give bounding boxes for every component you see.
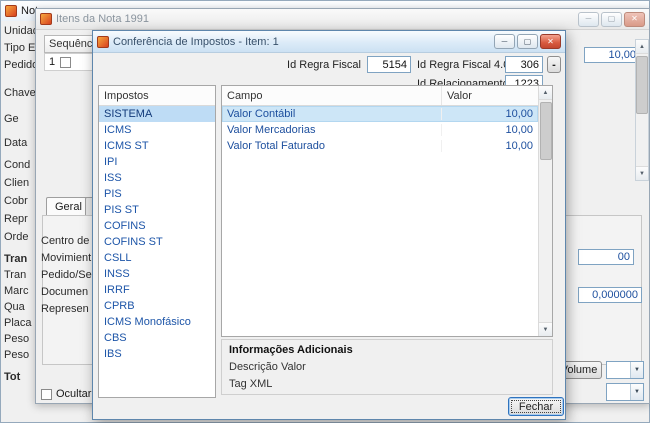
- row-checkbox[interactable]: [60, 56, 72, 68]
- valor-cell: 10,00: [505, 124, 533, 136]
- impostos-item[interactable]: IPI: [99, 154, 215, 170]
- nota-label: Placa: [4, 317, 32, 329]
- grid-scrollbar[interactable]: ▲ ▼: [538, 86, 552, 336]
- valor-cell: 10,00: [505, 108, 533, 120]
- nota-label: Tran: [4, 253, 28, 265]
- campo-cell: Valor Total Faturado: [222, 140, 442, 152]
- grid-body: Valor Contábil 10,00 Valor Mercadorias 1…: [222, 106, 538, 336]
- campo-valor-grid: Campo Valor Valor Contábil 10,00 Valor M…: [221, 85, 553, 337]
- dropdown-icon[interactable]: ▼: [630, 362, 643, 378]
- nota-label: Tot: [4, 371, 21, 383]
- table-row[interactable]: Valor Total Faturado 10,00: [222, 138, 538, 154]
- app-icon: [97, 35, 109, 48]
- screen: Nota ─ ▢ ✕ Unidad Tipo Em Pedido Chave G…: [0, 0, 650, 423]
- fechar-button[interactable]: Fechar: [508, 397, 564, 416]
- valor-cell: 10,00: [505, 140, 533, 152]
- nota-label: Clien: [4, 177, 30, 189]
- nota-label: Repr: [4, 213, 28, 225]
- nota-label: Chave: [4, 87, 36, 99]
- nota-label: Data: [4, 137, 28, 149]
- id-regra-fiscal-label: Id Regra Fiscal: [287, 59, 361, 71]
- impostos-item[interactable]: COFINS: [99, 218, 215, 234]
- itens-scrollbar[interactable]: ▲ ▼: [635, 39, 649, 181]
- nota-label: Qua: [4, 301, 25, 313]
- valor-column-header[interactable]: Valor: [442, 86, 538, 105]
- scroll-thumb[interactable]: [636, 56, 648, 114]
- minus-button[interactable]: -: [547, 56, 561, 73]
- id-regra-fiscal-field[interactable]: 5154: [367, 56, 411, 73]
- nota-label: Ge: [4, 113, 19, 125]
- impostos-item[interactable]: ICMS: [99, 122, 215, 138]
- id-regra-fiscal-40-label: Id Regra Fiscal 4.0: [417, 59, 510, 71]
- table-row[interactable]: Valor Mercadorias 10,00: [222, 122, 538, 138]
- detail-label: Pedido/Se: [41, 269, 92, 281]
- conferencia-dialog: Conferência de Impostos - Item: 1 ─ ▢ ✕ …: [92, 30, 566, 420]
- impostos-item[interactable]: CBS: [99, 330, 215, 346]
- maximize-icon[interactable]: ▢: [517, 34, 538, 49]
- impostos-item[interactable]: ICMS ST: [99, 138, 215, 154]
- app-icon: [40, 13, 52, 25]
- dialog-titlebar[interactable]: Conferência de Impostos - Item: 1 ─ ▢ ✕: [93, 31, 565, 53]
- dropdown-icon[interactable]: ▼: [630, 384, 643, 400]
- descricao-valor-label: Descrição Valor: [229, 361, 306, 373]
- app-icon: [5, 5, 17, 17]
- tag-xml-label: Tag XML: [229, 378, 273, 390]
- impostos-item[interactable]: ICMS Monofásico: [99, 314, 215, 330]
- close-icon[interactable]: ✕: [624, 11, 645, 27]
- campo-column-header[interactable]: Campo: [222, 86, 442, 105]
- informacoes-adicionais-panel: Informações Adicionais Descrição Valor T…: [221, 339, 553, 395]
- campo-cell: Valor Contábil: [222, 108, 442, 120]
- combo-field-1[interactable]: ▼: [606, 361, 644, 379]
- id-regra-fiscal-40-field[interactable]: 306: [505, 56, 543, 73]
- quantidade-field[interactable]: 00: [578, 249, 634, 265]
- detail-label: Represen: [41, 303, 89, 315]
- impostos-item[interactable]: SISTEMA: [99, 106, 215, 122]
- impostos-item[interactable]: PIS: [99, 186, 215, 202]
- impostos-item[interactable]: INSS: [99, 266, 215, 282]
- nota-label: Orde: [4, 231, 29, 243]
- impostos-item[interactable]: PIS ST: [99, 202, 215, 218]
- peso-field[interactable]: 0,000000: [578, 287, 642, 303]
- scroll-up-icon[interactable]: ▲: [539, 86, 552, 100]
- minimize-icon[interactable]: ─: [578, 11, 599, 27]
- nota-label: Peso: [4, 333, 30, 345]
- campo-cell: Valor Mercadorias: [222, 124, 442, 136]
- informacoes-adicionais-header: Informações Adicionais: [229, 344, 353, 356]
- dialog-title: Conferência de Impostos - Item: 1: [113, 35, 279, 48]
- impostos-list: Impostos SISTEMA ICMS ICMS ST IPI ISS PI…: [98, 85, 216, 398]
- nota-label: Tran: [4, 269, 27, 281]
- close-icon[interactable]: ✕: [540, 34, 561, 49]
- scroll-down-icon[interactable]: ▼: [539, 322, 552, 336]
- nota-label: Marc: [4, 285, 29, 297]
- table-row[interactable]: Valor Contábil 10,00: [222, 106, 538, 122]
- detail-label: Movimient: [41, 252, 92, 264]
- nota-label: Pedido: [4, 59, 39, 71]
- sequencia-value: 1: [49, 56, 56, 68]
- nota-label: Unidad: [4, 25, 39, 37]
- impostos-item[interactable]: CPRB: [99, 298, 215, 314]
- detail-label: Documen: [41, 286, 89, 298]
- nota-label: Peso: [4, 349, 30, 361]
- impostos-item[interactable]: CSLL: [99, 250, 215, 266]
- impostos-column-header[interactable]: Impostos: [99, 86, 215, 106]
- impostos-item[interactable]: IRRF: [99, 282, 215, 298]
- valor-field[interactable]: 10,00: [584, 47, 640, 63]
- nota-label: Cond: [4, 159, 31, 171]
- grid-header: Campo Valor: [222, 86, 538, 106]
- impostos-item[interactable]: ISS: [99, 170, 215, 186]
- nota-label: Cobr: [4, 195, 28, 207]
- combo-field-2[interactable]: ▼: [606, 383, 644, 401]
- impostos-item[interactable]: COFINS ST: [99, 234, 215, 250]
- scroll-up-icon[interactable]: ▲: [636, 40, 648, 54]
- scroll-down-icon[interactable]: ▼: [636, 166, 648, 180]
- maximize-icon[interactable]: ▢: [601, 11, 622, 27]
- itens-titlebar[interactable]: Itens da Nota 1991 ─ ▢ ✕: [36, 9, 649, 30]
- itens-window-title: Itens da Nota 1991: [56, 13, 149, 25]
- detail-label: Centro de: [41, 235, 90, 247]
- impostos-item[interactable]: IBS: [99, 346, 215, 362]
- minimize-icon[interactable]: ─: [494, 34, 515, 49]
- scroll-thumb[interactable]: [539, 102, 552, 160]
- ocultar-checkbox[interactable]: [41, 388, 52, 400]
